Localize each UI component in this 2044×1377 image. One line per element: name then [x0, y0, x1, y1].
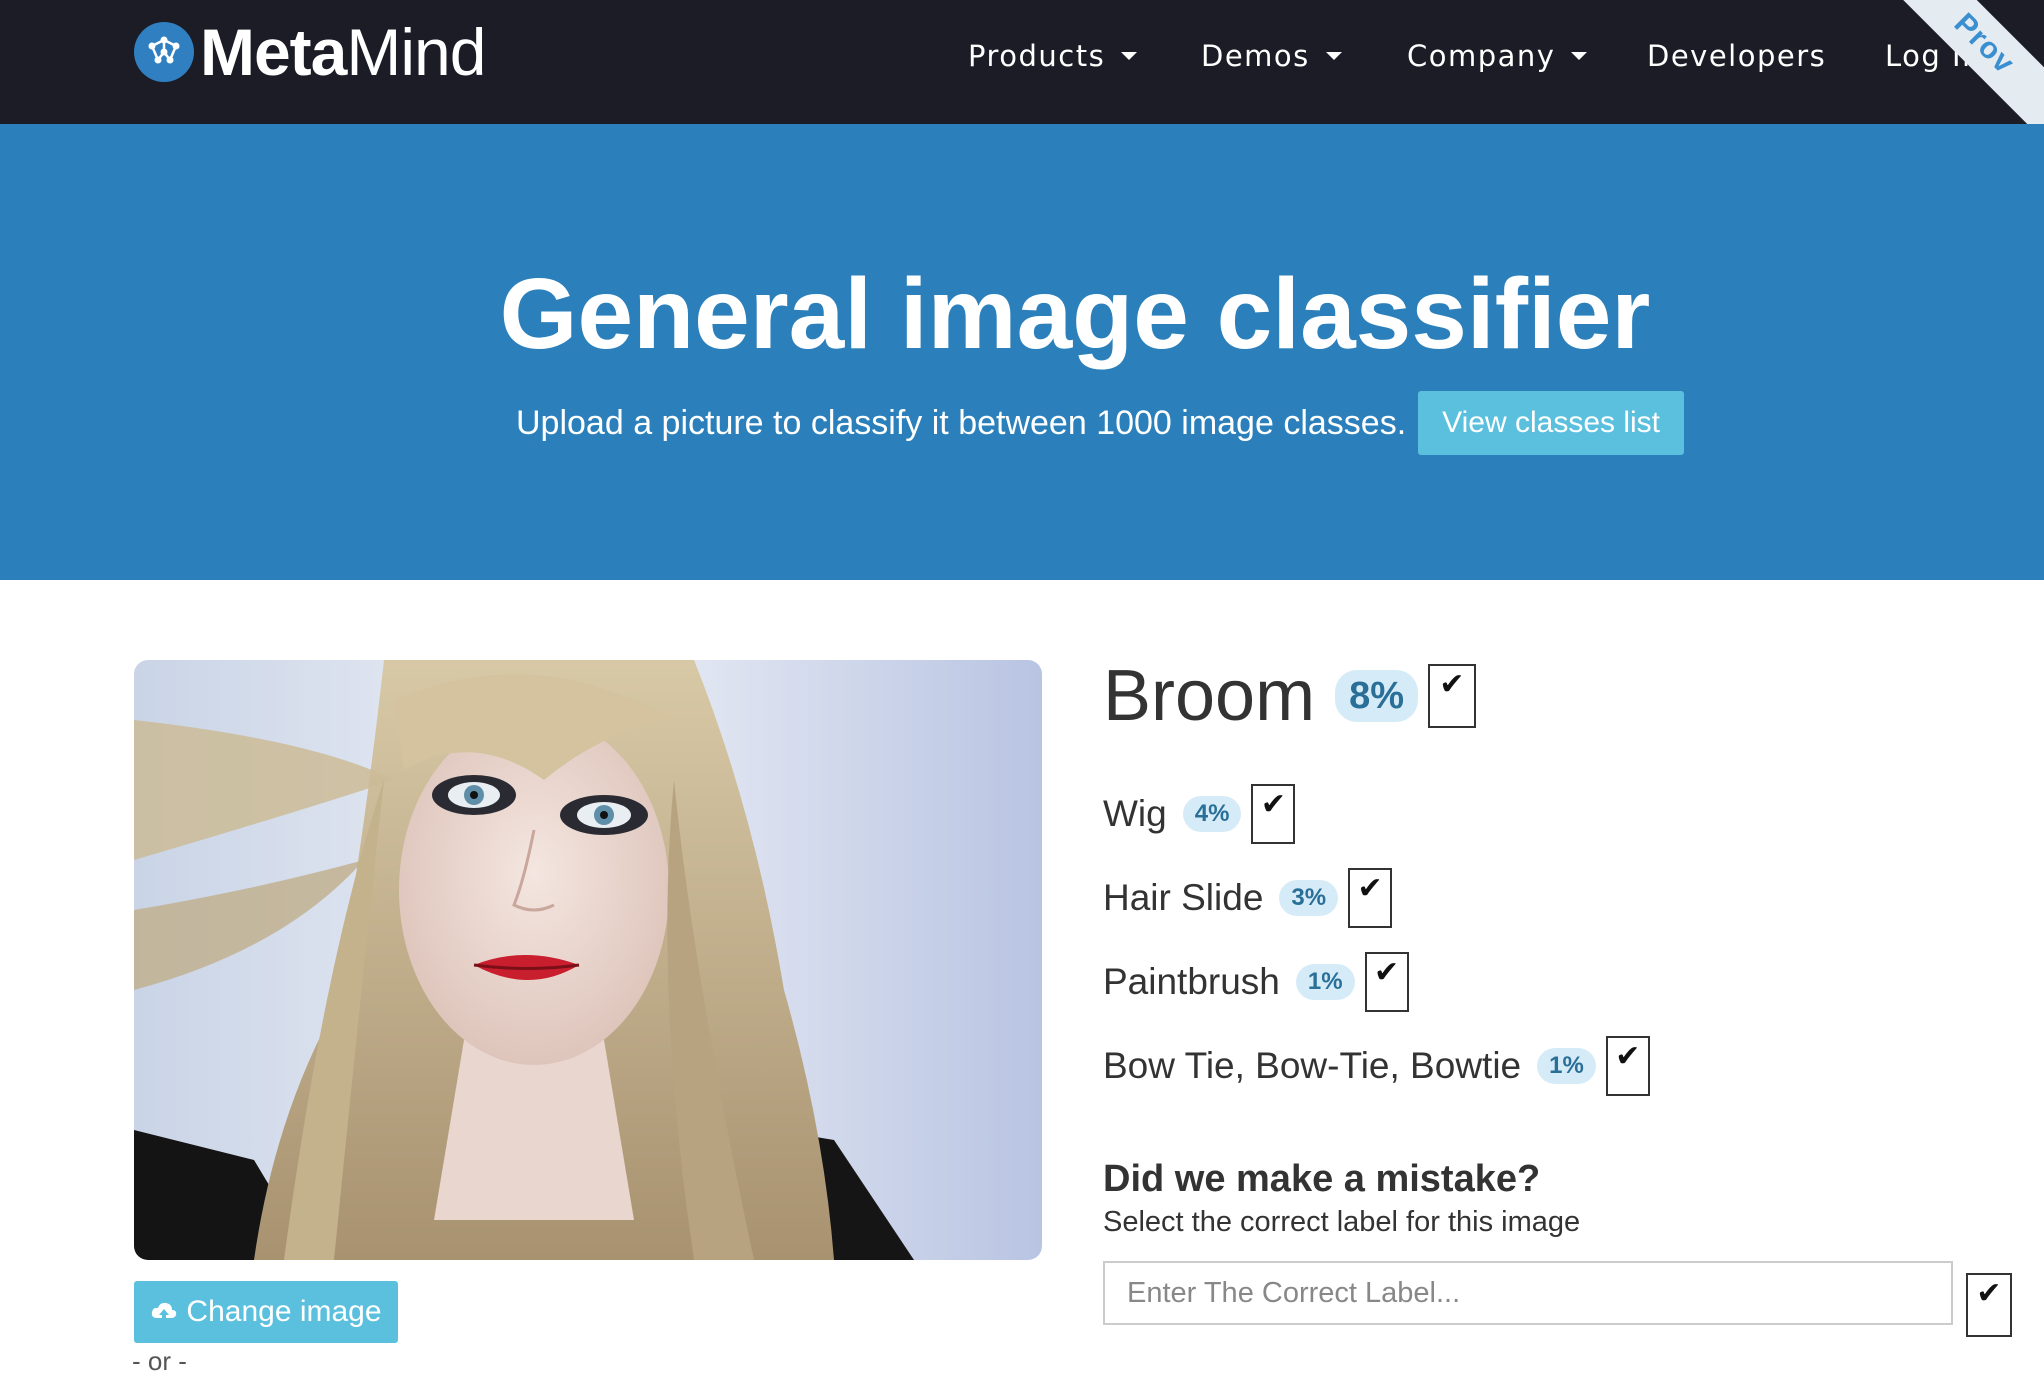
- nav-company[interactable]: Company: [1407, 36, 1588, 76]
- checkmark-icon: ✔: [1439, 668, 1465, 701]
- confirm-prediction-checkbox[interactable]: ✔: [1364, 952, 1409, 1012]
- nav-developers[interactable]: Developers: [1647, 36, 1826, 76]
- nav-developers-label: Developers: [1647, 39, 1827, 73]
- page-title: General image classifier: [499, 258, 1651, 370]
- brand-name-bold: Meta: [200, 15, 347, 89]
- correct-label-input[interactable]: [1103, 1261, 1953, 1325]
- top-prediction-percent: 8%: [1335, 670, 1418, 722]
- view-classes-button[interactable]: View classes list: [1418, 391, 1685, 455]
- top-navbar: MetaMind Products Demos Company Develope…: [0, 0, 2044, 124]
- brand-name-light: Mind: [346, 15, 486, 89]
- prediction-percent: 1%: [1537, 1048, 1596, 1084]
- feedback-title: Did we make a mistake?: [1103, 1158, 1541, 1200]
- checkmark-icon: ✔: [1976, 1277, 2002, 1310]
- nav-demos-label: Demos: [1201, 39, 1310, 73]
- prediction-percent: 3%: [1279, 880, 1339, 916]
- prediction-percent: 4%: [1182, 796, 1242, 832]
- change-image-label: Change image: [186, 1295, 382, 1328]
- brand-name: MetaMind: [200, 19, 486, 85]
- prediction-row: Paintbrush 1% ✔: [1103, 952, 1409, 1012]
- confirm-prediction-checkbox[interactable]: ✔: [1348, 868, 1393, 928]
- chevron-down-icon: [1325, 52, 1342, 60]
- nav-products[interactable]: Products: [968, 36, 1138, 76]
- checkmark-icon: ✔: [1260, 788, 1286, 821]
- confirm-prediction-checkbox[interactable]: ✔: [1251, 784, 1296, 844]
- hero-banner: General image classifier Upload a pictur…: [0, 124, 2044, 580]
- feedback-subtitle: Select the correct label for this image: [1103, 1206, 1581, 1238]
- metamind-logo[interactable]: MetaMind: [134, 19, 486, 85]
- change-image-button[interactable]: Change image: [134, 1281, 398, 1343]
- nav-products-label: Products: [968, 39, 1106, 73]
- checkmark-icon: ✔: [1357, 872, 1383, 905]
- cloud-upload-icon: [150, 1298, 178, 1326]
- checkmark-icon: ✔: [1615, 1040, 1641, 1073]
- checkmark-icon: ✔: [1374, 956, 1400, 989]
- hero-subtitle-row: Upload a picture to classify it between …: [516, 390, 1685, 456]
- prediction-label: Paintbrush: [1103, 961, 1280, 1002]
- prediction-label: Hair Slide: [1103, 877, 1264, 918]
- nav-company-label: Company: [1407, 39, 1556, 73]
- prediction-percent: 1%: [1295, 964, 1355, 1000]
- prediction-row: Bow Tie, Bow-Tie, Bowtie 1% ✔: [1103, 1036, 1650, 1096]
- confirm-top-prediction-checkbox[interactable]: ✔: [1427, 664, 1476, 728]
- prediction-label: Wig: [1103, 793, 1167, 834]
- confirm-prediction-checkbox[interactable]: ✔: [1605, 1036, 1650, 1096]
- hero-subtitle: Upload a picture to classify it between …: [516, 403, 1407, 442]
- prediction-row: Hair Slide 3% ✔: [1103, 868, 1393, 928]
- chevron-down-icon: [1571, 52, 1588, 60]
- top-prediction-label: Broom: [1103, 656, 1316, 736]
- submit-label-checkbox[interactable]: ✔: [1966, 1273, 2012, 1337]
- top-prediction: Broom 8% ✔: [1103, 656, 1476, 736]
- prediction-row: Wig 4% ✔: [1103, 784, 1296, 844]
- uploaded-image: [134, 660, 1042, 1260]
- chevron-down-icon: [1121, 52, 1138, 60]
- nav-demos[interactable]: Demos: [1201, 36, 1342, 76]
- prediction-label: Bow Tie, Bow-Tie, Bowtie: [1103, 1045, 1522, 1086]
- or-separator: - or -: [132, 1346, 187, 1376]
- brain-network-icon: [134, 22, 194, 82]
